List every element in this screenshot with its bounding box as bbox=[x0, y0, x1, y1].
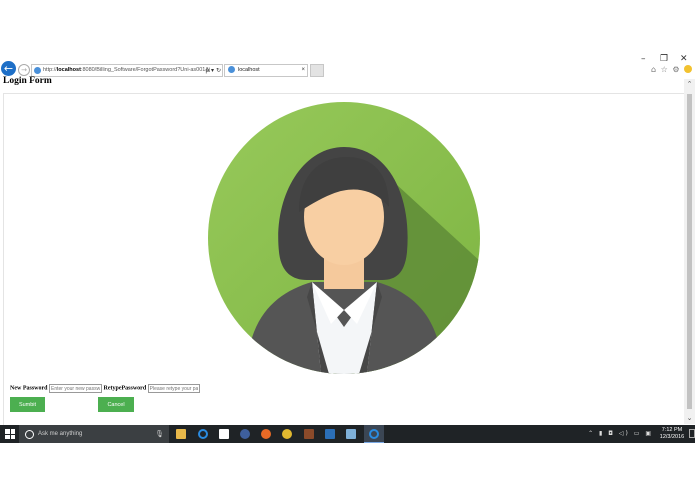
back-arrow-icon: ← bbox=[3, 62, 14, 75]
vertical-scrollbar[interactable]: ⌃ ⌄ bbox=[684, 79, 695, 424]
feedback-smiley-icon[interactable] bbox=[684, 65, 692, 73]
address-bar[interactable]: http://localhost:8080/Billing_Software/F… bbox=[31, 64, 223, 77]
tab-favicon-icon bbox=[228, 66, 235, 74]
terminal-icon[interactable] bbox=[304, 429, 314, 439]
browser-tab[interactable]: localhost × bbox=[224, 64, 308, 77]
new-password-input[interactable] bbox=[49, 384, 102, 393]
close-window-button[interactable]: ✕ bbox=[680, 54, 688, 64]
remote-desktop-icon[interactable] bbox=[325, 429, 335, 439]
new-tab-button[interactable] bbox=[310, 64, 324, 77]
forward-arrow-icon: → bbox=[21, 66, 27, 74]
chrome-icon[interactable] bbox=[282, 429, 292, 439]
address-url: http://localhost:8080/Billing_Software/F… bbox=[43, 67, 211, 73]
edge-icon[interactable] bbox=[198, 429, 208, 439]
address-tools[interactable]: ρ ▾ ↻ bbox=[205, 65, 221, 76]
search-placeholder: Ask me anything bbox=[38, 431, 83, 437]
avatar-image bbox=[208, 102, 480, 374]
site-favicon-icon bbox=[34, 67, 41, 74]
password-form: New Password RetypePassword bbox=[10, 384, 200, 396]
clock-date: 12/3/2016 bbox=[659, 434, 685, 440]
tray-icons[interactable]: ⌃ ▮ ◘ ◁) ▭ ▣ bbox=[588, 425, 653, 443]
submit-button[interactable]: Sumbit bbox=[10, 397, 45, 412]
store-icon[interactable] bbox=[219, 429, 229, 439]
page-title: Login Form bbox=[3, 76, 52, 86]
tab-close-icon[interactable]: × bbox=[301, 65, 305, 76]
scroll-thumb[interactable] bbox=[687, 94, 692, 409]
taskbar: Ask me anything 🎙 ⌃ ▮ ◘ ◁) ▭ ▣ 7:12 PM 1… bbox=[0, 425, 695, 443]
app-icon[interactable] bbox=[240, 429, 250, 439]
windows-start-icon[interactable] bbox=[5, 429, 15, 439]
screen: – ❐ ✕ ← → http://localhost:8080/Billing_… bbox=[0, 0, 695, 494]
retype-password-input[interactable] bbox=[147, 384, 200, 393]
forward-button[interactable]: → bbox=[18, 64, 30, 76]
minimize-button[interactable]: – bbox=[641, 54, 646, 64]
microphone-icon[interactable]: 🎙 bbox=[155, 425, 164, 443]
scroll-down-icon[interactable]: ⌄ bbox=[684, 413, 695, 424]
cancel-button[interactable]: Cancel bbox=[98, 397, 134, 412]
clock-time: 7:12 PM bbox=[661, 427, 683, 433]
browser-toolbar-icons[interactable]: ⌂ ☆ ⚙ bbox=[651, 65, 681, 74]
back-button[interactable]: ← bbox=[1, 61, 16, 76]
cortana-search-box[interactable]: Ask me anything 🎙 bbox=[19, 425, 169, 443]
new-password-label: New Password bbox=[10, 385, 48, 392]
ie-taskbar-button[interactable] bbox=[364, 425, 384, 443]
restore-button[interactable]: ❐ bbox=[660, 54, 668, 64]
notification-icon[interactable] bbox=[689, 429, 695, 438]
internet-explorer-icon bbox=[369, 429, 379, 439]
firefox-icon[interactable] bbox=[261, 429, 271, 439]
tab-title: localhost bbox=[238, 67, 260, 73]
clock[interactable]: 7:12 PM 12/3/2016 bbox=[657, 427, 687, 441]
retype-password-label: RetypePassword bbox=[103, 385, 147, 392]
file-explorer-icon[interactable] bbox=[176, 429, 186, 439]
scroll-up-icon[interactable]: ⌃ bbox=[684, 79, 695, 90]
cortana-icon bbox=[25, 430, 34, 439]
notes-icon[interactable] bbox=[346, 429, 356, 439]
